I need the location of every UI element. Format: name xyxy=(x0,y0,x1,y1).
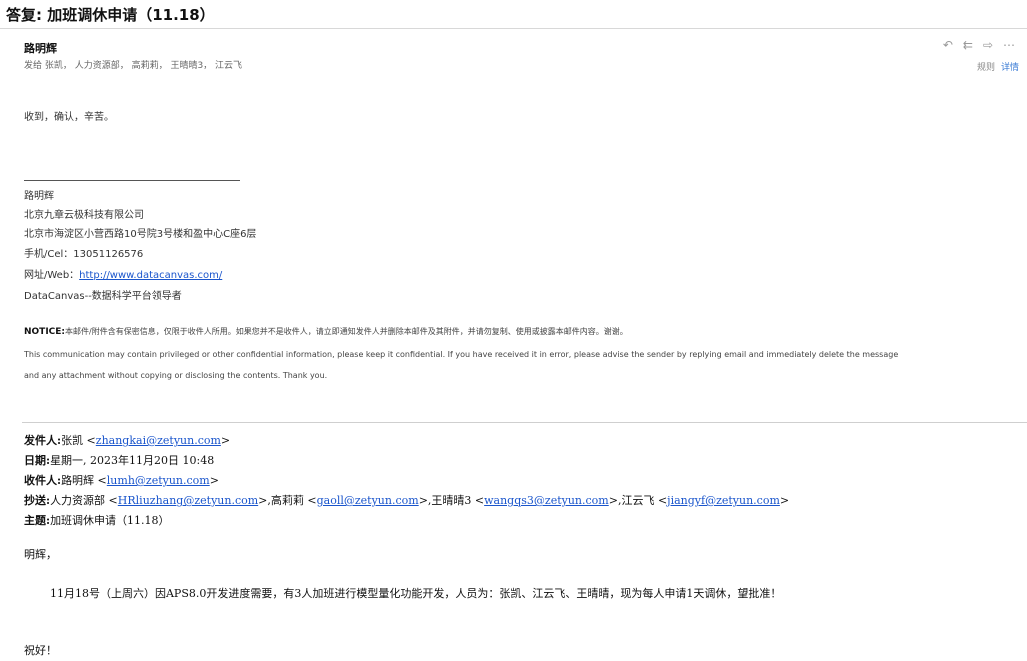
from-email-link[interactable]: zhangkai@zetyun.com xyxy=(96,434,221,447)
to-end: > xyxy=(209,474,219,487)
signature-name: 路明辉 xyxy=(24,191,54,202)
sender-name[interactable]: 路明辉 xyxy=(24,40,57,56)
cc-2-name: >,高莉莉 < xyxy=(258,494,317,507)
cc-2-email-link[interactable]: gaoll@zetyun.com xyxy=(317,494,419,507)
to-label: 收件人: xyxy=(24,474,62,487)
signature-divider xyxy=(24,180,240,181)
forward-icon[interactable]: ⇨ xyxy=(983,38,993,52)
signature-company: 北京九章云极科技有限公司 xyxy=(24,210,144,221)
signature-phone: 手机/Cel：13051126576 xyxy=(24,249,144,260)
salutation: 明辉， xyxy=(24,548,57,561)
reply-text: 收到，确认，辛苦。 xyxy=(24,112,114,123)
forward-date: 日期:星期一, 2023年11月20日 10:48 xyxy=(24,452,214,468)
cc-4-email-link[interactable]: jiangyf@zetyun.com xyxy=(667,494,780,507)
forward-to: 收件人:路明辉 <lumh@zetyun.com> xyxy=(24,472,219,488)
forward-from: 发件人:张凯 <zhangkai@zetyun.com> xyxy=(24,432,230,448)
signature-web-link[interactable]: http://www.datacanvas.com/ xyxy=(79,270,222,281)
message-body: 11月18号（上周六）因APS8.0开发进度需要，有3人加班进行模型量化功能开发… xyxy=(50,587,782,600)
email-subject: 答复: 加班调休申请（11.18） xyxy=(6,6,215,24)
signature-web: 网址/Web：http://www.datacanvas.com/ xyxy=(24,266,222,281)
to-email-link[interactable]: lumh@zetyun.com xyxy=(107,474,210,487)
rule-link[interactable]: 规则 xyxy=(977,60,995,73)
cc-3-email-link[interactable]: wangqs3@zetyun.com xyxy=(484,494,609,507)
from-end: > xyxy=(220,434,231,447)
forward-subject: 主题:加班调休申请（11.18） xyxy=(24,512,170,528)
from-label: 发件人: xyxy=(24,434,62,447)
recipients-line[interactable]: 发给 张凯， 人力资源部， 高莉莉， 王晴晴3， 江云飞 xyxy=(24,58,242,71)
forward-cc: 抄送:人力资源部 <HRliuzhang@zetyun.com>,高莉莉 <ga… xyxy=(24,492,789,508)
closing: 祝好！ xyxy=(24,644,57,657)
notice-en-2: and any attachment without copying or di… xyxy=(24,371,328,380)
subject-bar: 答复: 加班调休申请（11.18） xyxy=(0,0,1027,29)
notice-label: NOTICE: xyxy=(24,327,66,337)
meta-links: 规则 详情 xyxy=(977,60,1019,73)
notice-cn: NOTICE:本邮件/附件含有保密信息，仅限于收件人所用。如果您并不是收件人，请… xyxy=(24,326,628,337)
forward-subject-value: 加班调休申请（11.18） xyxy=(50,514,170,527)
notice-en-1: This communication may contain privilege… xyxy=(24,350,899,359)
cc-4-name: >,江云飞 < xyxy=(608,494,668,507)
date-label: 日期: xyxy=(24,454,51,467)
cc-label: 抄送: xyxy=(24,494,51,507)
signature-tagline: DataCanvas--数据科学平台领导者 xyxy=(24,291,182,302)
notice-cn-text: 本邮件/附件含有保密信息，仅限于收件人所用。如果您并不是收件人，请立即通知发件人… xyxy=(65,327,628,336)
signature-web-label: 网址/Web： xyxy=(24,270,80,281)
reply-icon[interactable]: ↶ xyxy=(943,38,953,52)
cc-1-email-link[interactable]: HRliuzhang@zetyun.com xyxy=(118,494,258,507)
details-link[interactable]: 详情 xyxy=(1001,60,1019,73)
subject-label: 主题: xyxy=(24,514,51,527)
quote-divider xyxy=(22,422,1027,423)
cc-3-name: >,王晴晴3 < xyxy=(418,494,485,507)
message-actions: ↶ ⇇ ⇨ ⋯ xyxy=(943,38,1015,52)
more-icon[interactable]: ⋯ xyxy=(1003,38,1015,52)
from-name: 张凯 < xyxy=(61,434,96,447)
reply-all-icon[interactable]: ⇇ xyxy=(963,38,973,52)
date-value: 星期一, 2023年11月20日 10:48 xyxy=(50,454,215,467)
cc-1-name: 人力资源部 < xyxy=(50,494,118,507)
to-name: 路明辉 < xyxy=(61,474,107,487)
cc-end: > xyxy=(779,494,790,507)
signature-address: 北京市海淀区小营西路10号院3号楼和盈中心C座6层 xyxy=(24,229,257,240)
